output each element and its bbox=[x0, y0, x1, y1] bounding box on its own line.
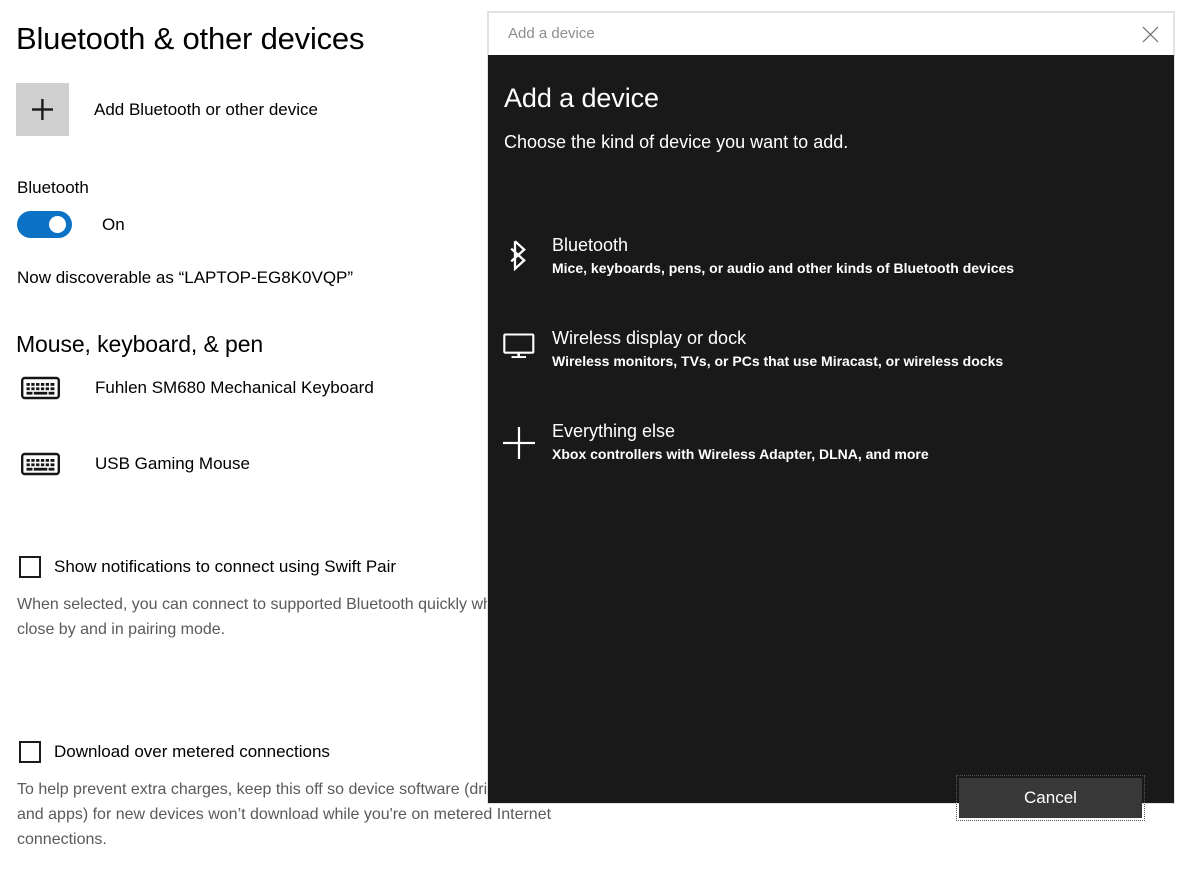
metered-connections-checkbox-row[interactable]: Download over metered connections bbox=[19, 741, 330, 763]
dialog-body: Add a device Choose the kind of device y… bbox=[488, 55, 1174, 821]
bluetooth-toggle-state-label: On bbox=[102, 214, 125, 234]
device-name: USB Gaming Mouse bbox=[95, 453, 250, 473]
mouse-keyboard-pen-heading: Mouse, keyboard, & pen bbox=[16, 331, 264, 357]
dialog-subtitle: Choose the kind of device you want to ad… bbox=[504, 132, 849, 152]
option-title: Bluetooth bbox=[552, 235, 629, 255]
add-device-label: Add Bluetooth or other device bbox=[94, 99, 318, 119]
cancel-button[interactable]: Cancel bbox=[956, 775, 1145, 821]
close-icon[interactable] bbox=[1127, 13, 1173, 55]
swift-pair-checkbox[interactable] bbox=[19, 556, 41, 578]
option-text: Bluetooth Mice, keyboards, pens, or audi… bbox=[552, 233, 1014, 278]
swift-pair-label: Show notifications to connect using Swif… bbox=[54, 557, 397, 576]
bluetooth-toggle-row[interactable]: On bbox=[17, 211, 125, 238]
list-item[interactable]: Fuhlen SM680 Mechanical Keyboard bbox=[20, 372, 374, 403]
swift-pair-checkbox-row[interactable]: Show notifications to connect using Swif… bbox=[19, 556, 396, 578]
bluetooth-section-label: Bluetooth bbox=[17, 178, 89, 197]
option-description: Wireless monitors, TVs, or PCs that use … bbox=[552, 353, 1004, 369]
device-name: Fuhlen SM680 Mechanical Keyboard bbox=[95, 377, 374, 397]
dialog-heading: Add a device bbox=[504, 83, 659, 113]
discoverable-status-text: Now discoverable as “LAPTOP-EG8K0VQP” bbox=[17, 268, 354, 287]
add-a-device-dialog: Add a device Add a device Choose the kin… bbox=[488, 12, 1174, 821]
device-option-bluetooth[interactable]: Bluetooth Mice, keyboards, pens, or audi… bbox=[496, 233, 1164, 278]
keyboard-icon bbox=[20, 372, 61, 403]
plus-icon bbox=[496, 419, 542, 461]
device-option-wireless-display[interactable]: Wireless display or dock Wireless monito… bbox=[496, 326, 1164, 371]
metered-connections-checkbox[interactable] bbox=[19, 741, 41, 763]
toggle-knob bbox=[49, 216, 66, 233]
option-text: Wireless display or dock Wireless monito… bbox=[552, 326, 1003, 371]
bluetooth-toggle-switch[interactable] bbox=[17, 211, 72, 238]
page-title: Bluetooth & other devices bbox=[16, 21, 365, 56]
dialog-titlebar: Add a device bbox=[488, 12, 1174, 55]
metered-connections-label: Download over metered connections bbox=[54, 742, 330, 761]
bluetooth-icon bbox=[496, 233, 542, 271]
plus-icon bbox=[16, 83, 69, 136]
monitor-icon bbox=[496, 326, 542, 360]
option-title: Everything else bbox=[552, 421, 676, 441]
dialog-titlebar-title: Add a device bbox=[508, 25, 595, 42]
option-title: Wireless display or dock bbox=[552, 328, 747, 348]
device-option-everything-else[interactable]: Everything else Xbox controllers with Wi… bbox=[496, 419, 1164, 464]
keyboard-icon bbox=[20, 448, 61, 479]
option-description: Mice, keyboards, pens, or audio and othe… bbox=[552, 260, 1015, 276]
option-text: Everything else Xbox controllers with Wi… bbox=[552, 419, 929, 464]
list-item[interactable]: USB Gaming Mouse bbox=[20, 448, 250, 479]
add-bluetooth-or-other-device-button[interactable]: Add Bluetooth or other device bbox=[16, 83, 318, 136]
option-description: Xbox controllers with Wireless Adapter, … bbox=[552, 446, 929, 462]
